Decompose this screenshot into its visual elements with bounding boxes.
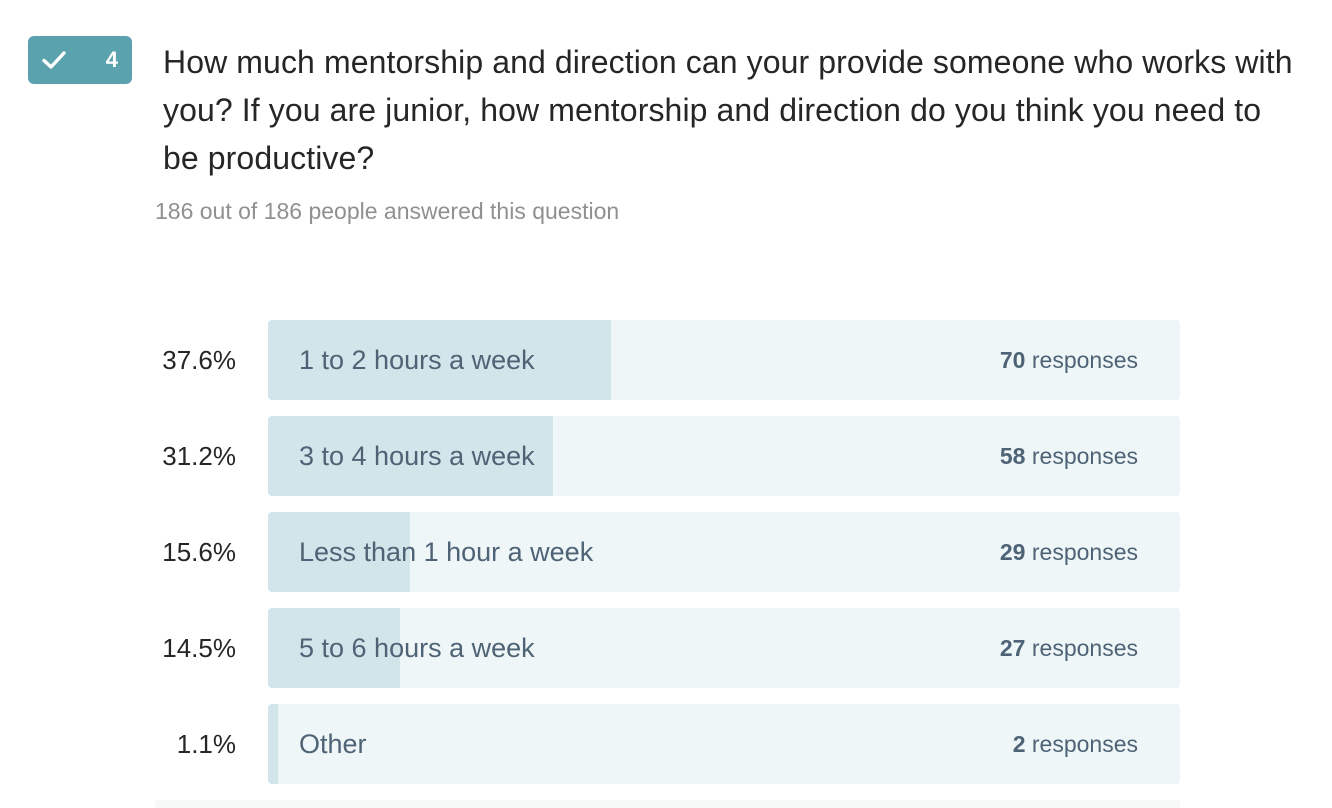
- category-label: 5 to 6 hours a week: [299, 633, 535, 663]
- response-count: 27 responses: [1000, 608, 1138, 688]
- response-count: 58 responses: [1000, 416, 1138, 496]
- response-row: 37.6% 1 to 2 hours a week 70 responses: [150, 320, 1180, 400]
- response-row: 14.5% 5 to 6 hours a week 27 responses: [150, 608, 1180, 688]
- response-bars: 37.6% 1 to 2 hours a week 70 responses 31.2…: [150, 320, 1180, 800]
- count-unit: responses: [1025, 347, 1138, 373]
- response-count: 29 responses: [1000, 512, 1138, 592]
- bar-track: 3 to 4 hours a week 58 responses: [268, 416, 1180, 496]
- bar-track: 5 to 6 hours a week 27 responses: [268, 608, 1180, 688]
- answered-count: 186 out of 186 people answered this ques…: [155, 198, 620, 224]
- count-unit: responses: [1025, 731, 1138, 757]
- count-value: 70: [999, 347, 1026, 373]
- question-number: 4: [105, 47, 118, 72]
- category-label: Less than 1 hour a week: [299, 537, 594, 567]
- count-value: 27: [999, 635, 1026, 661]
- response-row: 1.1% Other 2 responses: [150, 704, 1180, 784]
- response-row: 15.6% Less than 1 hour a week 29 responses: [150, 512, 1180, 592]
- percent-label: 31.2%: [162, 441, 236, 471]
- divider: [155, 800, 1180, 808]
- question-badge: 4: [28, 36, 132, 84]
- question-title: How much mentorship and direction can yo…: [163, 44, 1293, 176]
- survey-question-card: 4 How much mentorship and direction can …: [0, 0, 1332, 808]
- count-value: 2: [1012, 731, 1026, 757]
- percent-label: 37.6%: [162, 345, 236, 375]
- count-value: 58: [999, 443, 1026, 469]
- category-label: 1 to 2 hours a week: [299, 345, 535, 375]
- percent-label: 15.6%: [162, 537, 236, 567]
- percent-label: 1.1%: [176, 729, 236, 759]
- bar-track: Other 2 responses: [268, 704, 1180, 784]
- bar-track: 1 to 2 hours a week 70 responses: [268, 320, 1180, 400]
- category-label: Other: [299, 729, 367, 759]
- bar-track: Less than 1 hour a week 29 responses: [268, 512, 1180, 592]
- bar: [268, 704, 278, 784]
- count-unit: responses: [1025, 539, 1138, 565]
- count-unit: responses: [1025, 635, 1138, 661]
- count-unit: responses: [1025, 443, 1138, 469]
- category-label: 3 to 4 hours a week: [299, 441, 535, 471]
- percent-label: 14.5%: [162, 633, 236, 663]
- check-icon: [42, 51, 66, 69]
- count-value: 29: [999, 539, 1026, 565]
- response-row: 31.2% 3 to 4 hours a week 58 responses: [150, 416, 1180, 496]
- response-count: 2 responses: [1013, 704, 1138, 784]
- response-count: 70 responses: [1000, 320, 1138, 400]
